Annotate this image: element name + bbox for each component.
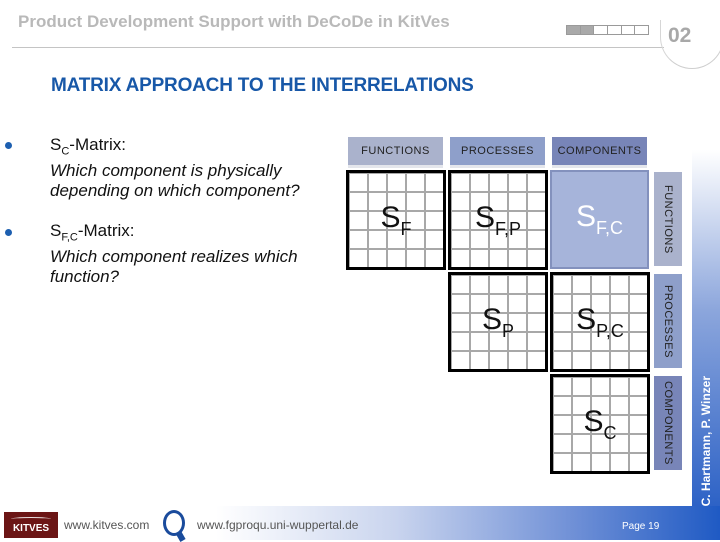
column-label-processes: PROCESSES <box>450 137 545 168</box>
progress-segment <box>567 26 581 34</box>
kitves-logo: KITVES <box>4 512 58 538</box>
fgproqu-q-logo-icon <box>163 510 185 536</box>
row-label-components: COMPONENTS <box>654 376 682 470</box>
row-label-processes: PROCESSES <box>654 274 682 368</box>
bullet-icon <box>5 229 12 236</box>
bullet-symbol: S <box>50 135 62 154</box>
matrix-symbol: S <box>474 200 495 234</box>
matrix-cell-spc: SP,C <box>550 272 650 372</box>
matrix-symbol: S <box>576 302 597 336</box>
page-number: Page 19 <box>622 521 660 532</box>
bullet-question-line: function? <box>50 267 119 287</box>
matrix-subscript: C <box>603 422 617 443</box>
bullet-question-line: Which component realizes which <box>50 247 298 267</box>
author-credit-text: C. Hartmann, P. Winzer <box>699 375 713 506</box>
bullet-suffix: -Matrix: <box>77 221 135 240</box>
matrix-cell-sf: SF <box>346 170 446 270</box>
progress-segment <box>580 26 595 34</box>
header-arc-decoration <box>660 20 720 69</box>
fgproqu-link[interactable]: www.fgproqu.uni-wuppertal.de <box>197 518 358 532</box>
matrix-subscript: F,C <box>596 218 623 238</box>
kitves-link[interactable]: www.kitves.com <box>64 518 149 532</box>
column-label-components: COMPONENTS <box>552 137 647 168</box>
bullet-item-sfc-matrix: SF,C-Matrix: Which component realizes wh… <box>50 221 298 287</box>
row-label-text: PROCESSES <box>662 284 674 358</box>
matrix-symbol: S <box>380 200 401 234</box>
logo-text: KITVES <box>12 522 50 534</box>
column-label-functions: FUNCTIONS <box>348 137 443 168</box>
row-label-text: COMPONENTS <box>662 381 674 465</box>
presentation-title: Product Development Support with DeCoDe … <box>18 12 450 31</box>
matrix-cell-sc: SC <box>550 374 650 474</box>
matrix-subscript: P <box>502 320 515 341</box>
bullet-icon <box>5 142 12 149</box>
header-divider <box>12 47 664 48</box>
bullet-suffix: -Matrix: <box>69 135 126 154</box>
bullet-question-line: Which component is physically <box>50 161 282 181</box>
progress-segment <box>594 26 609 34</box>
section-progress-indicator <box>566 25 649 35</box>
matrix-symbol: S <box>481 302 502 336</box>
author-credit: C. Hartmann, P. Winzer <box>692 150 720 506</box>
matrix-cell-sfp: SF,P <box>448 170 548 270</box>
row-label-text: FUNCTIONS <box>662 184 674 254</box>
logo-wave-icon <box>11 516 51 521</box>
section-title: MATRIX APPROACH TO THE INTERRELATIONS <box>51 75 474 96</box>
bullet-subscript: F,C <box>61 231 78 244</box>
matrix-cell-sfc-highlighted: SF,C <box>550 170 649 269</box>
bullet-question-line: depending on which component? <box>50 181 300 201</box>
progress-segment <box>635 26 649 34</box>
bullet-item-sc-matrix: SC-Matrix: Which component is physically… <box>50 135 300 201</box>
row-label-functions: FUNCTIONS <box>654 172 682 266</box>
matrix-symbol: S <box>583 404 604 438</box>
bullet-symbol: S <box>50 221 62 240</box>
matrix-subscript: F <box>400 218 412 239</box>
matrix-subscript: F,P <box>495 218 522 239</box>
progress-segment <box>608 26 622 34</box>
matrix-symbol: S <box>575 200 596 233</box>
matrix-subscript: P,C <box>596 320 624 341</box>
matrix-cell-sp: SP <box>448 272 548 372</box>
progress-segment <box>621 26 636 34</box>
